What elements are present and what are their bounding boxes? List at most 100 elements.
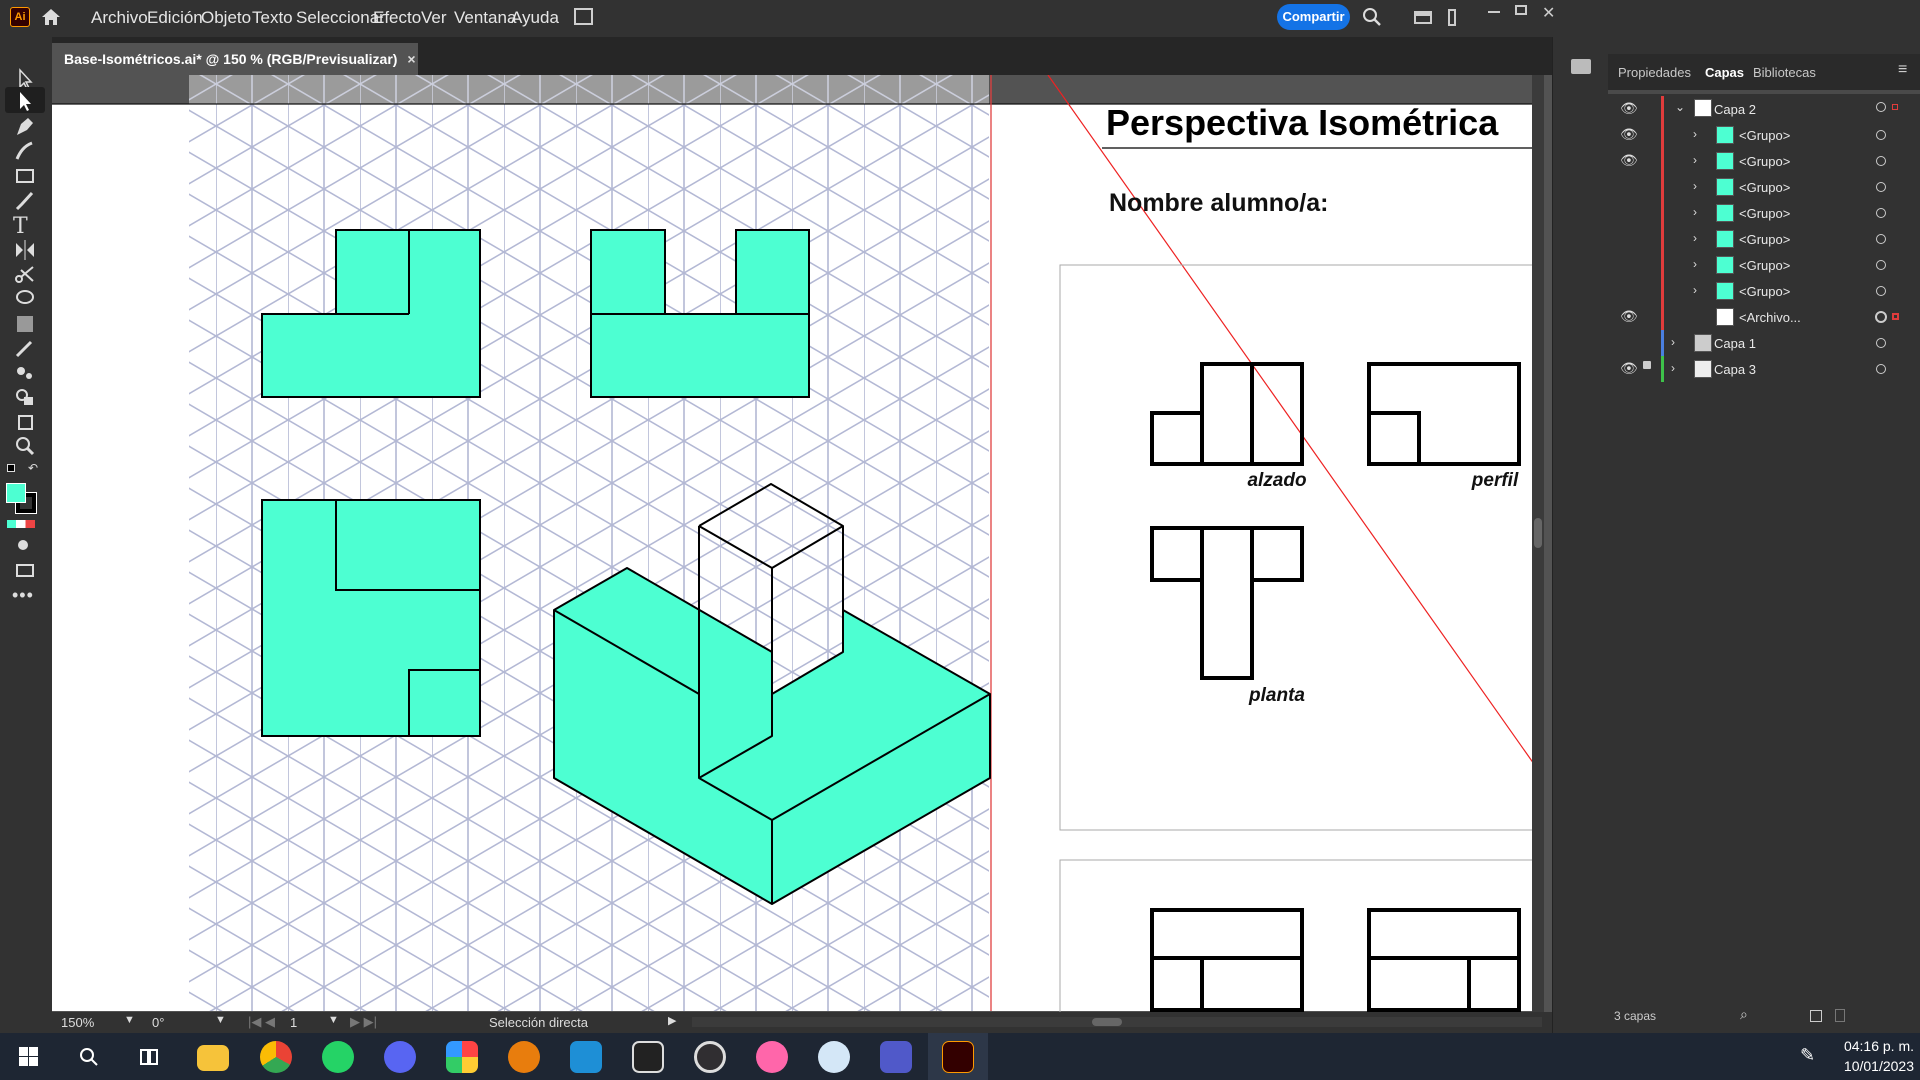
layer-name[interactable]: <Grupo> <box>1739 128 1790 143</box>
default-colors-icon[interactable] <box>7 464 15 472</box>
status-menu-icon[interactable]: ▶ <box>668 1014 676 1027</box>
layer-name[interactable]: <Grupo> <box>1739 232 1790 247</box>
rotation-dropdown-icon[interactable]: ▼ <box>215 1014 226 1026</box>
zoom-dropdown-icon[interactable]: ▼ <box>124 1014 135 1026</box>
chevron-right-icon[interactable]: › <box>1693 231 1697 245</box>
more-tools-icon[interactable]: ••• <box>12 585 34 606</box>
target-circle-icon[interactable] <box>1876 338 1886 348</box>
arrange-documents-icon[interactable] <box>574 8 593 25</box>
delete-layer-icon[interactable] <box>1835 1009 1845 1022</box>
panel-icon[interactable] <box>1448 9 1456 26</box>
zoom-tool-icon[interactable] <box>12 433 38 459</box>
menu-archivo[interactable]: Archivo <box>91 8 148 28</box>
chevron-down-icon[interactable]: ⌄ <box>1675 100 1685 114</box>
layer-name[interactable]: <Grupo> <box>1739 154 1790 169</box>
close-tab-icon[interactable]: × <box>407 51 415 67</box>
unity-icon[interactable] <box>632 1041 664 1073</box>
vertical-scrollbar[interactable] <box>1532 75 1544 1012</box>
app-colorful-icon[interactable] <box>446 1041 478 1073</box>
chevron-right-icon[interactable]: › <box>1693 153 1697 167</box>
rectangle-tool-icon[interactable] <box>12 163 38 189</box>
layer-row[interactable]: 👁 <Archivo... <box>1608 304 1920 330</box>
visibility-eye-icon[interactable]: 👁 <box>1620 100 1638 117</box>
layer-row[interactable]: › <Grupo> <box>1608 278 1920 304</box>
layer-name[interactable]: <Archivo... <box>1739 310 1801 325</box>
layer-name[interactable]: <Grupo> <box>1739 284 1790 299</box>
pen-input-icon[interactable]: ✎ <box>1800 1045 1815 1066</box>
lock-icon[interactable] <box>1643 361 1651 369</box>
layer-row[interactable]: 👁 › <Grupo> <box>1608 122 1920 148</box>
whatsapp-icon[interactable] <box>322 1041 354 1073</box>
visibility-eye-icon[interactable]: 👁 <box>1620 360 1638 377</box>
scrollbar-thumb[interactable] <box>1534 518 1542 548</box>
paintbrush-tool-icon[interactable] <box>12 188 38 214</box>
menu-texto[interactable]: Texto <box>252 8 293 28</box>
layer-row[interactable]: › <Grupo> <box>1608 174 1920 200</box>
menu-objeto[interactable]: Objeto <box>201 8 251 28</box>
layer-row[interactable]: 👁 › Capa 3 <box>1608 356 1920 382</box>
illustrator-icon[interactable] <box>942 1041 974 1073</box>
menu-ver[interactable]: Ver <box>421 8 447 28</box>
rotation-value[interactable]: 0° <box>152 1015 164 1030</box>
workspace-switcher-icon[interactable] <box>1414 11 1432 24</box>
document-tab[interactable]: Base-Isométricos.ai* @ 150 % (RGB/Previs… <box>52 43 418 75</box>
teams-icon[interactable] <box>880 1041 912 1073</box>
target-circle-icon[interactable] <box>1876 208 1886 218</box>
windows-start-icon[interactable] <box>19 1047 38 1066</box>
target-circle-icon[interactable] <box>1876 364 1886 374</box>
symbol-sprayer-tool-icon[interactable] <box>12 359 38 385</box>
layer-name[interactable]: <Grupo> <box>1739 258 1790 273</box>
shape-builder-tool-icon[interactable] <box>12 384 38 410</box>
type-tool-icon[interactable]: T <box>13 214 28 239</box>
layer-row[interactable]: › <Grupo> <box>1608 226 1920 252</box>
osu-icon[interactable] <box>756 1041 788 1073</box>
layer-row[interactable]: › <Grupo> <box>1608 252 1920 278</box>
menu-ayuda[interactable]: Ayuda <box>511 8 559 28</box>
curvature-tool-icon[interactable] <box>12 138 38 164</box>
file-explorer-icon[interactable] <box>197 1045 229 1071</box>
close-icon[interactable]: ✕ <box>1542 3 1555 23</box>
artboard-nav-next-icon[interactable]: ▶ ▶| <box>350 1014 377 1030</box>
share-button[interactable]: Compartir <box>1277 4 1350 30</box>
search-icon[interactable] <box>1362 7 1382 27</box>
artboard-nav-prev-icon[interactable]: |◀ ◀ <box>248 1014 275 1030</box>
menu-ventana[interactable]: Ventana <box>454 8 516 28</box>
layer-name[interactable]: Capa 1 <box>1714 336 1756 351</box>
system-clock[interactable]: 04:16 p. m. 10/01/2023 <box>1836 1036 1914 1076</box>
direct-selection-tool-icon[interactable] <box>12 88 38 114</box>
target-circle-icon[interactable] <box>1876 234 1886 244</box>
minimize-icon[interactable] <box>1488 11 1500 13</box>
chevron-right-icon[interactable]: › <box>1693 205 1697 219</box>
canvas[interactable]: Perspectiva Isométrica Nombre alumno/a: … <box>52 75 1544 1012</box>
home-icon[interactable] <box>40 6 62 28</box>
task-view-icon[interactable] <box>139 1048 159 1066</box>
target-double-circle-icon[interactable] <box>1875 311 1887 323</box>
target-circle-icon[interactable] <box>1876 156 1886 166</box>
new-layer-icon[interactable] <box>1810 1010 1822 1022</box>
visibility-eye-icon[interactable]: 👁 <box>1620 308 1638 325</box>
swap-colors-icon[interactable]: ↶ <box>28 461 38 475</box>
target-circle-icon[interactable] <box>1876 286 1886 296</box>
search-icon[interactable]: ⌕ <box>1740 1006 1748 1023</box>
chevron-right-icon[interactable]: › <box>1671 361 1675 375</box>
obs-icon[interactable] <box>694 1041 726 1073</box>
restore-icon[interactable] <box>1515 5 1527 15</box>
horizontal-scrollbar[interactable] <box>692 1017 1542 1027</box>
artboard-tool-icon[interactable] <box>12 409 38 435</box>
comments-icon[interactable] <box>1571 59 1591 74</box>
layer-name[interactable]: <Grupo> <box>1739 180 1790 195</box>
menu-seleccionar[interactable]: Seleccionar <box>296 8 385 28</box>
layer-row[interactable]: 👁 › <Grupo> <box>1608 148 1920 174</box>
search-icon[interactable] <box>79 1047 99 1067</box>
paint-icon[interactable] <box>818 1041 850 1073</box>
menu-efecto[interactable]: Efecto <box>373 8 421 28</box>
panel-menu-icon[interactable]: ≡ <box>1898 61 1907 79</box>
fill-swatch[interactable] <box>6 483 26 503</box>
target-circle-icon[interactable] <box>1876 260 1886 270</box>
target-circle-icon[interactable] <box>1876 102 1886 112</box>
chrome-icon[interactable] <box>260 1041 292 1073</box>
chevron-right-icon[interactable]: › <box>1693 257 1697 271</box>
artboard-dropdown-icon[interactable]: ▼ <box>328 1014 339 1026</box>
visibility-eye-icon[interactable]: 👁 <box>1620 152 1638 169</box>
visibility-eye-icon[interactable]: 👁 <box>1620 126 1638 143</box>
